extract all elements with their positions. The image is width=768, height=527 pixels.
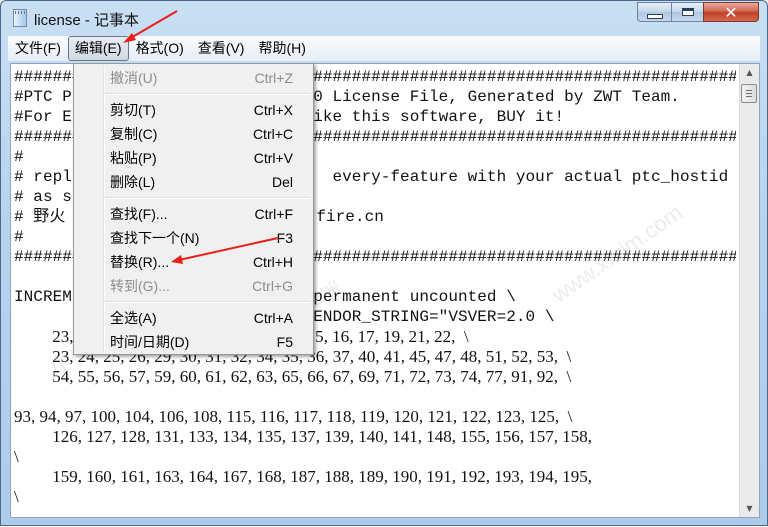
menu-item-label: 转到(G)... bbox=[110, 278, 170, 294]
scrollbar-thumb[interactable] bbox=[741, 84, 757, 103]
menu-view[interactable]: 查看(V) bbox=[191, 36, 252, 61]
menu-item-shortcut: Ctrl+X bbox=[253, 102, 293, 118]
menu-item-label: 撤消(U) bbox=[110, 70, 158, 86]
minimize-icon bbox=[646, 13, 663, 19]
menu-item-label: 删除(L) bbox=[110, 174, 156, 190]
title-bar[interactable]: license - 记事本 ✕ bbox=[1, 1, 767, 35]
text-line: \ bbox=[14, 487, 19, 506]
menu-separator bbox=[104, 197, 309, 199]
scroll-up-arrow-icon[interactable]: ▲ bbox=[740, 64, 759, 81]
menu-item-shortcut: Ctrl+C bbox=[252, 126, 293, 142]
menu-item-shortcut: Ctrl+H bbox=[252, 254, 293, 270]
menu-item-label: 剪切(T) bbox=[110, 102, 156, 118]
maximize-icon bbox=[681, 8, 694, 16]
menu-file[interactable]: 文件(F) bbox=[8, 36, 68, 61]
menu-help[interactable]: 帮助(H) bbox=[251, 36, 312, 61]
edit-menu-item[interactable]: 时间/日期(D) F5 bbox=[76, 330, 311, 354]
menu-item-shortcut: Ctrl+Z bbox=[254, 70, 294, 86]
edit-menu-item[interactable]: 查找(F)... Ctrl+F bbox=[76, 202, 311, 226]
menu-separator bbox=[104, 93, 309, 95]
menu-item-shortcut: Del bbox=[271, 174, 293, 190]
menu-bar: 文件(F) 编辑(E) 格式(O) 查看(V) 帮助(H) bbox=[8, 36, 760, 61]
menu-item-shortcut: Ctrl+V bbox=[253, 150, 293, 166]
menu-item-label: 全选(A) bbox=[110, 310, 157, 326]
edit-menu-item: 转到(G)... Ctrl+G bbox=[76, 274, 311, 298]
close-button[interactable]: ✕ bbox=[703, 2, 759, 22]
menu-item-shortcut: Ctrl+F bbox=[254, 206, 294, 222]
menu-item-shortcut: Ctrl+G bbox=[252, 278, 293, 294]
menu-item-label: 时间/日期(D) bbox=[110, 334, 190, 350]
menu-item-label: 复制(C) bbox=[110, 126, 158, 142]
edit-menu-item[interactable]: 粘贴(P) Ctrl+V bbox=[76, 146, 311, 170]
close-icon: ✕ bbox=[724, 2, 738, 22]
menu-item-shortcut: Ctrl+A bbox=[253, 310, 293, 326]
edit-menu-item[interactable]: 删除(L) Del bbox=[76, 170, 311, 194]
edit-menu-item: 撤消(U) Ctrl+Z bbox=[76, 66, 311, 90]
scroll-down-arrow-icon[interactable]: ▼ bbox=[740, 500, 759, 517]
caption-buttons: ✕ bbox=[637, 2, 759, 22]
vertical-scrollbar[interactable]: ▲ ▼ bbox=[739, 64, 759, 517]
text-line: 126, 127, 128, 131, 133, 134, 135, 137, … bbox=[14, 427, 592, 446]
text-line: 54, 55, 56, 57, 59, 60, 61, 62, 63, 65, … bbox=[14, 367, 572, 386]
menu-item-label: 替换(R)... bbox=[110, 254, 170, 270]
menu-edit[interactable]: 编辑(E) bbox=[67, 36, 129, 61]
edit-menu-item[interactable]: 查找下一个(N) F3 bbox=[76, 226, 311, 250]
notepad-icon bbox=[13, 9, 27, 27]
maximize-button[interactable] bbox=[671, 2, 703, 22]
text-line: 159, 160, 161, 163, 164, 167, 168, 187, … bbox=[14, 467, 592, 486]
text-line: \ bbox=[14, 447, 19, 466]
minimize-button[interactable] bbox=[637, 2, 671, 22]
text-line: 93, 94, 97, 100, 104, 106, 108, 115, 116… bbox=[14, 407, 573, 426]
window-title: license - 记事本 bbox=[34, 12, 140, 29]
menu-item-label: 查找下一个(N) bbox=[110, 230, 200, 246]
edit-menu-dropdown: 撤消(U) Ctrl+Z 剪切(T) Ctrl+X 复制(C) Ctrl+C 粘贴(P) Ct… bbox=[73, 63, 314, 355]
menu-item-shortcut: F5 bbox=[276, 334, 293, 350]
menu-format[interactable]: 格式(O) bbox=[129, 36, 191, 61]
menu-item-shortcut: F3 bbox=[276, 230, 293, 246]
menu-item-label: 查找(F)... bbox=[110, 206, 168, 222]
text-line bbox=[14, 387, 736, 407]
edit-menu-item[interactable]: 复制(C) Ctrl+C bbox=[76, 122, 311, 146]
menu-separator bbox=[104, 301, 309, 303]
edit-menu-item[interactable]: 替换(R)... Ctrl+H bbox=[76, 250, 311, 274]
edit-menu-item[interactable]: 全选(A) Ctrl+A bbox=[76, 306, 311, 330]
menu-item-label: 粘贴(P) bbox=[110, 150, 157, 166]
edit-menu-item[interactable]: 剪切(T) Ctrl+X bbox=[76, 98, 311, 122]
notepad-window: license - 记事本 ✕ 文件(F) 编辑(E) 格式(O) 查看(V) … bbox=[0, 0, 768, 526]
